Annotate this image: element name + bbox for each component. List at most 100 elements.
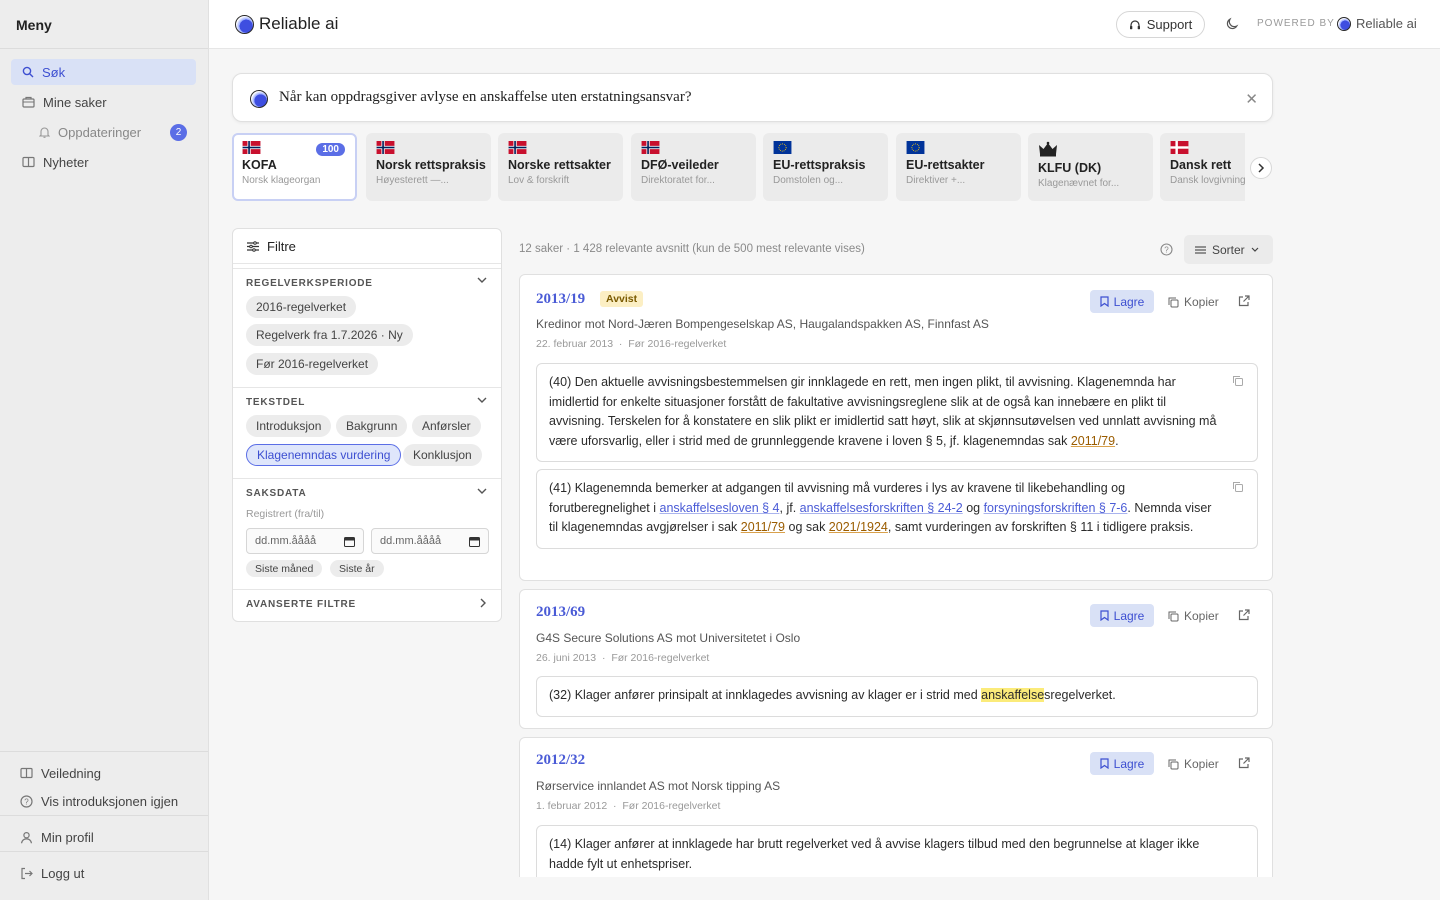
- save-label: Lagre: [1113, 756, 1145, 771]
- updates-count-badge: 2: [170, 124, 187, 141]
- chip-anforsler[interactable]: Anførsler: [412, 415, 481, 437]
- chevron-right-icon[interactable]: [480, 598, 487, 608]
- divider: [233, 268, 501, 269]
- copy-button[interactable]: Kopier: [1168, 295, 1219, 309]
- copy-button[interactable]: Kopier: [1168, 609, 1219, 623]
- chevron-down-icon: [1251, 247, 1259, 252]
- chevron-down-icon[interactable]: [477, 277, 487, 284]
- source-eu-rettsakter[interactable]: EU-rettsakter Direktiver +...: [896, 133, 1021, 201]
- help-circle-icon[interactable]: ?: [1160, 243, 1173, 256]
- logo-icon: [1337, 16, 1351, 31]
- source-sub: Dansk lovgivning: [1170, 175, 1245, 186]
- source-dansk-rett[interactable]: Dansk rett Dansk lovgivning: [1160, 133, 1245, 201]
- case-parties: G4S Secure Solutions AS mot Universitete…: [536, 631, 801, 645]
- source-name: Dansk rett: [1170, 158, 1232, 172]
- copy-label: Kopier: [1184, 295, 1219, 309]
- case-id-link[interactable]: 2012/32: [536, 752, 585, 769]
- sidebar-item-oppdateringer[interactable]: Oppdateringer: [39, 119, 141, 145]
- sidebar-item-nyheter[interactable]: Nyheter: [22, 149, 89, 175]
- chip-period-pre2016[interactable]: Før 2016-regelverket: [246, 353, 379, 375]
- law-reference-link[interactable]: forsyningsforskriften § 7-6: [984, 501, 1128, 515]
- denmark-flag-icon: [1170, 141, 1189, 154]
- support-button[interactable]: Support: [1116, 11, 1205, 38]
- sidebar-item-sok[interactable]: Søk: [11, 59, 196, 85]
- source-klfu[interactable]: KLFU (DK) Klagenævnet for...: [1028, 133, 1153, 201]
- source-sub: Direktoratet for...: [641, 175, 715, 186]
- source-eu-rettspraksis[interactable]: EU-rettspraksis Domstolen og...: [763, 133, 888, 201]
- external-link-icon[interactable]: [1238, 757, 1250, 769]
- copy-label: Kopier: [1184, 757, 1219, 771]
- excerpt-text: (14) Klager anfører at innklagede har br…: [549, 837, 1200, 871]
- excerpt[interactable]: (41) Klagenemnda bemerker at adgangen ti…: [536, 469, 1258, 549]
- external-link-icon[interactable]: [1238, 609, 1250, 621]
- chip-klagenemndas-vurdering[interactable]: Klagenemndas vurdering: [246, 444, 402, 466]
- save-button[interactable]: Lagre: [1090, 752, 1154, 775]
- bell-icon: [39, 126, 50, 138]
- save-button[interactable]: Lagre: [1090, 604, 1154, 627]
- eu-flag-icon: [773, 141, 792, 154]
- sidebar-item-logout[interactable]: Logg ut: [20, 860, 84, 886]
- brand-logo[interactable]: Reliable ai: [235, 14, 338, 34]
- sidebar-item-label: Nyheter: [43, 154, 89, 170]
- source-name: KLFU (DK): [1038, 161, 1102, 175]
- external-link-icon[interactable]: [1238, 295, 1250, 307]
- case-date: 26. juni 2013: [536, 652, 597, 664]
- chip-last-year[interactable]: Siste år: [330, 560, 384, 577]
- copy-icon: [1168, 611, 1179, 622]
- eu-flag-icon: [906, 141, 925, 154]
- bookmark-icon: [1100, 758, 1109, 769]
- chip-bakgrunn[interactable]: Bakgrunn: [336, 415, 408, 437]
- close-icon[interactable]: ✕: [1245, 90, 1258, 108]
- chip-konklusjon[interactable]: Konklusjon: [403, 444, 482, 466]
- results-summary: 12 saker · 1 428 relevante avsnitt (kun …: [519, 243, 865, 255]
- chevron-down-icon[interactable]: [477, 488, 487, 495]
- chip-period-2026[interactable]: Regelverk fra 1.7.2026 · Ny: [246, 324, 413, 346]
- chip-period-2016[interactable]: 2016-regelverket: [246, 296, 357, 318]
- sidebar-item-label: Min profil: [41, 829, 94, 845]
- date-to-input[interactable]: dd.mm.åååå: [371, 528, 489, 554]
- chevron-right-icon[interactable]: [1250, 157, 1272, 179]
- save-button[interactable]: Lagre: [1090, 290, 1154, 313]
- result-count-badge: 100: [316, 143, 345, 156]
- sidebar-item-label: Veiledning: [41, 765, 101, 781]
- excerpt[interactable]: (14) Klager anfører at innklagede har br…: [536, 825, 1258, 877]
- sidebar-item-mine-saker[interactable]: Mine saker: [22, 89, 107, 115]
- copy-icon[interactable]: [1233, 482, 1243, 492]
- sidebar-item-intro[interactable]: ? Vis introduksjonen igjen: [20, 788, 178, 814]
- book-icon: [20, 767, 33, 779]
- case-meta: 22. februar 2013 · Før 2016-regelverket: [536, 338, 727, 350]
- source-kofa[interactable]: 100 KOFA Norsk klageorgan: [232, 133, 357, 201]
- chevron-down-icon[interactable]: [477, 397, 487, 404]
- law-reference-link[interactable]: anskaffelsesforskriften § 24-2: [800, 501, 963, 515]
- source-sub: Domstolen og...: [773, 175, 844, 186]
- calendar-icon: [469, 536, 480, 547]
- case-id-link[interactable]: 2013/69: [536, 604, 585, 621]
- logo-icon: [250, 90, 268, 108]
- chip-introduksjon[interactable]: Introduksjon: [246, 415, 332, 437]
- source-sub: Norsk klageorgan: [242, 175, 321, 186]
- search-bar[interactable]: Når kan oppdragsgiver avlyse en anskaffe…: [232, 73, 1273, 122]
- case-reference-link[interactable]: 2011/79: [741, 520, 785, 534]
- date-from-input[interactable]: dd.mm.åååå: [246, 528, 364, 554]
- excerpt[interactable]: (32) Klager anfører prinsipalt at innkla…: [536, 676, 1258, 717]
- copy-icon[interactable]: [1233, 376, 1243, 386]
- divider: [0, 48, 208, 49]
- case-reference-link[interactable]: 2021/1924: [829, 520, 888, 534]
- sidebar-item-profil[interactable]: Min profil: [20, 824, 94, 850]
- search-query[interactable]: Når kan oppdragsgiver avlyse en anskaffe…: [279, 89, 692, 106]
- result-card: 2013/69 Lagre Kopier G4S Secure Solution…: [519, 589, 1273, 729]
- case-reference-link[interactable]: 2011/79: [1071, 434, 1115, 448]
- case-id-link[interactable]: 2013/19: [536, 291, 585, 308]
- source-norsk-rettspraksis[interactable]: Norsk rettspraksis Høyesterett —...: [366, 133, 491, 201]
- chip-last-month[interactable]: Siste måned: [246, 560, 323, 577]
- copy-button[interactable]: Kopier: [1168, 757, 1219, 771]
- source-norske-rettsakter[interactable]: Norske rettsakter Lov & forskrift: [498, 133, 623, 201]
- moon-icon[interactable]: [1226, 17, 1239, 30]
- excerpt[interactable]: (40) Den aktuelle avvisningsbestemmelsen…: [536, 363, 1258, 463]
- source-dfo-veileder[interactable]: DFØ-veileder Direktoratet for...: [631, 133, 756, 201]
- result-card: 2013/19 Avvist Lagre Kopier Kredinor mot…: [519, 274, 1273, 581]
- calendar-icon: [344, 536, 355, 547]
- law-reference-link[interactable]: anskaffelsesloven § 4: [660, 501, 780, 515]
- sidebar-item-veiledning[interactable]: Veiledning: [20, 760, 101, 786]
- sort-button[interactable]: Sorter: [1184, 235, 1273, 264]
